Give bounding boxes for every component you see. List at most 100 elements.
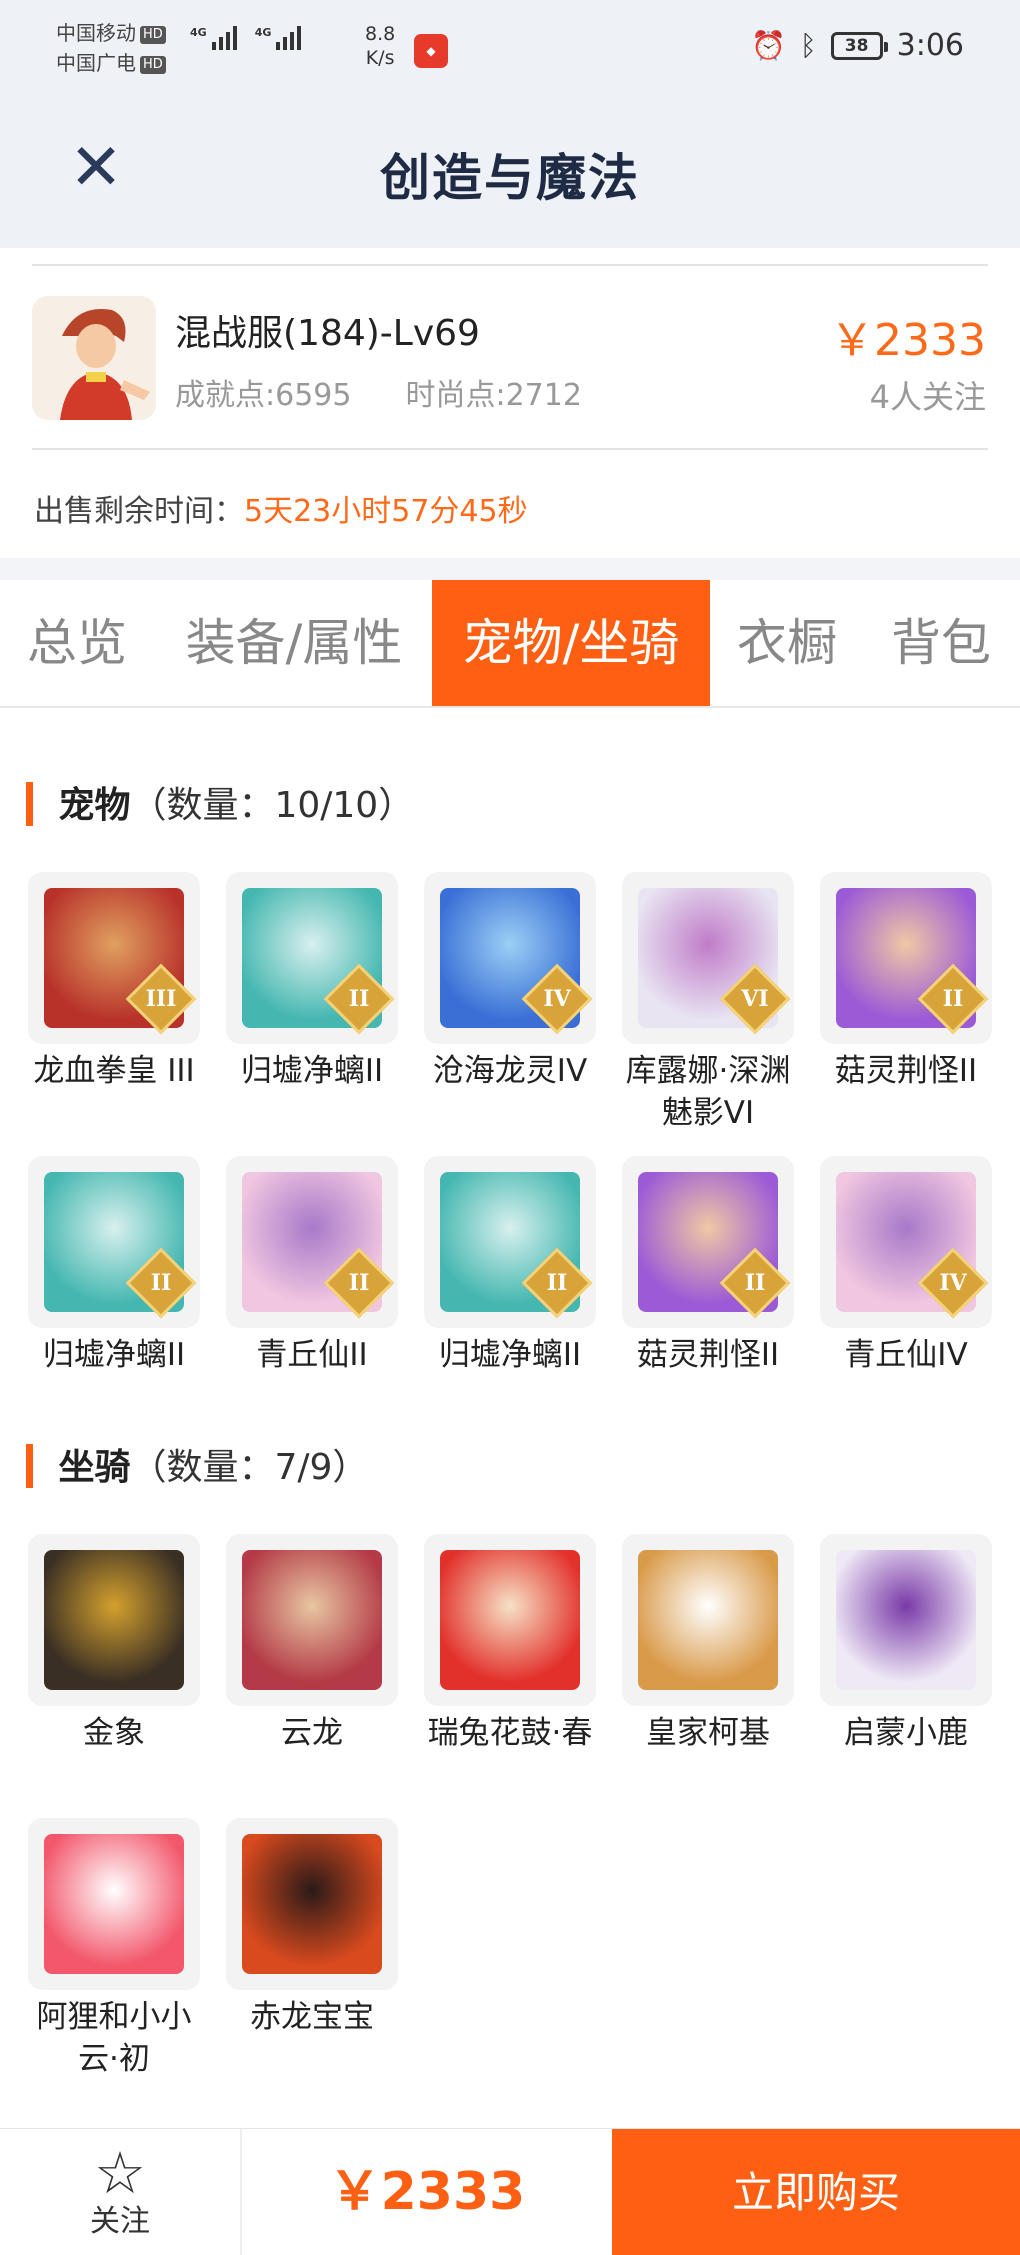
- pet-card[interactable]: II 菇灵荆怪II: [820, 872, 992, 1092]
- mount-artwork: [44, 1834, 184, 1974]
- pet-card[interactable]: III 龙血拳皇 III: [28, 872, 200, 1092]
- tab-pets-mounts[interactable]: 宠物/坐骑: [432, 580, 710, 706]
- detail-tabs: 总览 装备/属性 宠物/坐骑 衣橱 背包: [0, 580, 1020, 708]
- nav-header: ✕ 创造与魔法: [0, 100, 1020, 248]
- follow-label: 关注: [90, 2204, 150, 2239]
- tier-label: II: [150, 1270, 172, 1296]
- mounts-section-title: 坐骑（数量：7/9）: [26, 1438, 368, 1490]
- divider: [32, 264, 988, 266]
- section-divider: [0, 558, 1020, 580]
- mounts-title: 坐骑: [58, 1447, 131, 1488]
- purple-mushroom-imp-icon: II: [622, 1156, 794, 1328]
- pet-card[interactable]: IV 沧海龙灵IV: [424, 872, 596, 1092]
- carrier-2: 中国广电: [56, 51, 136, 75]
- pet-card[interactable]: II 青丘仙II: [226, 1156, 398, 1376]
- white-haired-girl-icon: VI: [622, 872, 794, 1044]
- pet-name: 菇灵荆怪II: [636, 1337, 780, 1373]
- blue-dragon-spirit-icon: IV: [424, 872, 596, 1044]
- mount-artwork: [242, 1550, 382, 1690]
- pets-section-title: 宠物（数量：10/10）: [26, 776, 414, 828]
- network-indicators: 4G 4G: [190, 26, 302, 50]
- royal-corgi-icon: [622, 1534, 794, 1706]
- pet-name: 青丘仙IV: [844, 1337, 968, 1373]
- pet-card[interactable]: II 归墟净螭II: [28, 1156, 200, 1376]
- pet-name: 归墟净螭II: [438, 1337, 582, 1373]
- cyan-dragon-icon: II: [226, 872, 398, 1044]
- mount-card[interactable]: 阿狸和小小云·初: [28, 1818, 200, 2080]
- buy-now-button[interactable]: 立即购买: [612, 2129, 1020, 2255]
- star-icon: ☆: [94, 2139, 146, 2207]
- mount-name: 赤龙宝宝: [250, 1999, 374, 2035]
- tier-label: II: [348, 986, 370, 1012]
- tier-label: VI: [741, 986, 769, 1012]
- mount-artwork: [44, 1550, 184, 1690]
- mount-card[interactable]: 皇家柯基: [622, 1534, 794, 1754]
- pets-count: （数量：10/10）: [130, 785, 415, 826]
- remaining-value: 5天23小时57分45秒: [244, 494, 528, 529]
- tier-label: III: [145, 986, 177, 1012]
- bottom-price: ￥2333: [328, 2162, 526, 2222]
- mount-artwork: [836, 1550, 976, 1690]
- mount-name: 金象: [83, 1715, 145, 1751]
- network-speed: 8.8 K/s: [365, 22, 395, 70]
- mounts-count: （数量：7/9）: [130, 1447, 369, 1488]
- pet-name: 归墟净螭II: [240, 1053, 384, 1089]
- cyan-dragon-icon: II: [28, 1156, 200, 1328]
- page-title: 创造与魔法: [380, 149, 640, 207]
- fashion-points: 时尚点:2712: [405, 378, 582, 413]
- mount-name: 瑞兔花鼓·春: [427, 1715, 593, 1751]
- remaining-label: 出售剩余时间：: [34, 494, 244, 529]
- carrier-info: 中国移动 HD 中国广电 HD: [56, 18, 166, 78]
- follower-count: 4人关注: [869, 378, 986, 416]
- pet-card[interactable]: II 归墟净螭II: [226, 872, 398, 1092]
- pet-card[interactable]: II 归墟净螭II: [424, 1156, 596, 1376]
- pet-name: 青丘仙II: [256, 1337, 368, 1373]
- tier-label: IV: [543, 986, 571, 1012]
- clock: 3:06: [896, 28, 964, 63]
- pet-name: 龙血拳皇 III: [33, 1053, 195, 1089]
- status-bar: 中国移动 HD 中国广电 HD 4G 4G 8.8 K/s ◆ ⏰ ᛒ 38 3:0…: [0, 0, 1020, 100]
- tier-label: II: [348, 1270, 370, 1296]
- tier-label: II: [942, 986, 964, 1012]
- cloud-dragon-icon: [226, 1534, 398, 1706]
- status-right: ⏰ ᛒ 38 3:06: [751, 28, 964, 63]
- tier-label: II: [744, 1270, 766, 1296]
- rabbit-drum-icon: [424, 1534, 596, 1706]
- mount-card[interactable]: 瑞兔花鼓·春: [424, 1534, 596, 1754]
- fox-fairy-icon: II: [226, 1156, 398, 1328]
- tab-equipment[interactable]: 装备/属性: [170, 580, 418, 706]
- pets-title: 宠物: [58, 785, 131, 826]
- fox-fairy-icon: IV: [820, 1156, 992, 1328]
- red-bull-warrior-icon: III: [28, 872, 200, 1044]
- tab-overview[interactable]: 总览: [0, 580, 154, 706]
- speed-value: 8.8: [365, 23, 396, 45]
- pet-card[interactable]: IV 青丘仙IV: [820, 1156, 992, 1376]
- mount-name: 皇家柯基: [646, 1715, 770, 1751]
- mount-name: 云龙: [281, 1715, 343, 1751]
- signal-icon: 4G: [190, 26, 237, 50]
- tier-label: II: [546, 1270, 568, 1296]
- signal-icon: 4G: [255, 26, 302, 50]
- mount-card[interactable]: 赤龙宝宝: [226, 1818, 398, 2038]
- speed-unit: K/s: [365, 47, 395, 69]
- app-notification-icon: ◆: [414, 34, 448, 68]
- pet-card[interactable]: VI 库露娜·深渊魅影VI: [622, 872, 794, 1134]
- pet-card[interactable]: II 菇灵荆怪II: [622, 1156, 794, 1376]
- carrier-1: 中国移动: [56, 21, 136, 45]
- bluetooth-icon: ᛒ: [799, 29, 817, 62]
- listing-card: 混战服(184)-Lv69 成就点:6595 时尚点:2712 ￥2333 4人关…: [0, 248, 1020, 558]
- mount-name: 启蒙小鹿: [844, 1715, 968, 1751]
- mount-card[interactable]: 金象: [28, 1534, 200, 1754]
- pet-name: 库露娜·深渊魅影VI: [625, 1053, 791, 1131]
- red-baby-dragon-icon: [226, 1818, 398, 1990]
- tab-wardrobe[interactable]: 衣橱: [722, 580, 852, 706]
- mount-name: 阿狸和小小云·初: [36, 1999, 192, 2077]
- alarm-icon: ⏰: [750, 29, 786, 62]
- mount-artwork: [242, 1834, 382, 1974]
- mount-card[interactable]: 启蒙小鹿: [820, 1534, 992, 1754]
- sale-remaining-time: 出售剩余时间：5天23小时57分45秒: [34, 486, 528, 530]
- follow-button[interactable]: ☆ 关注: [0, 2129, 242, 2255]
- tab-backpack[interactable]: 背包: [876, 580, 1006, 706]
- cyan-dragon-icon: II: [424, 1156, 596, 1328]
- mount-card[interactable]: 云龙: [226, 1534, 398, 1754]
